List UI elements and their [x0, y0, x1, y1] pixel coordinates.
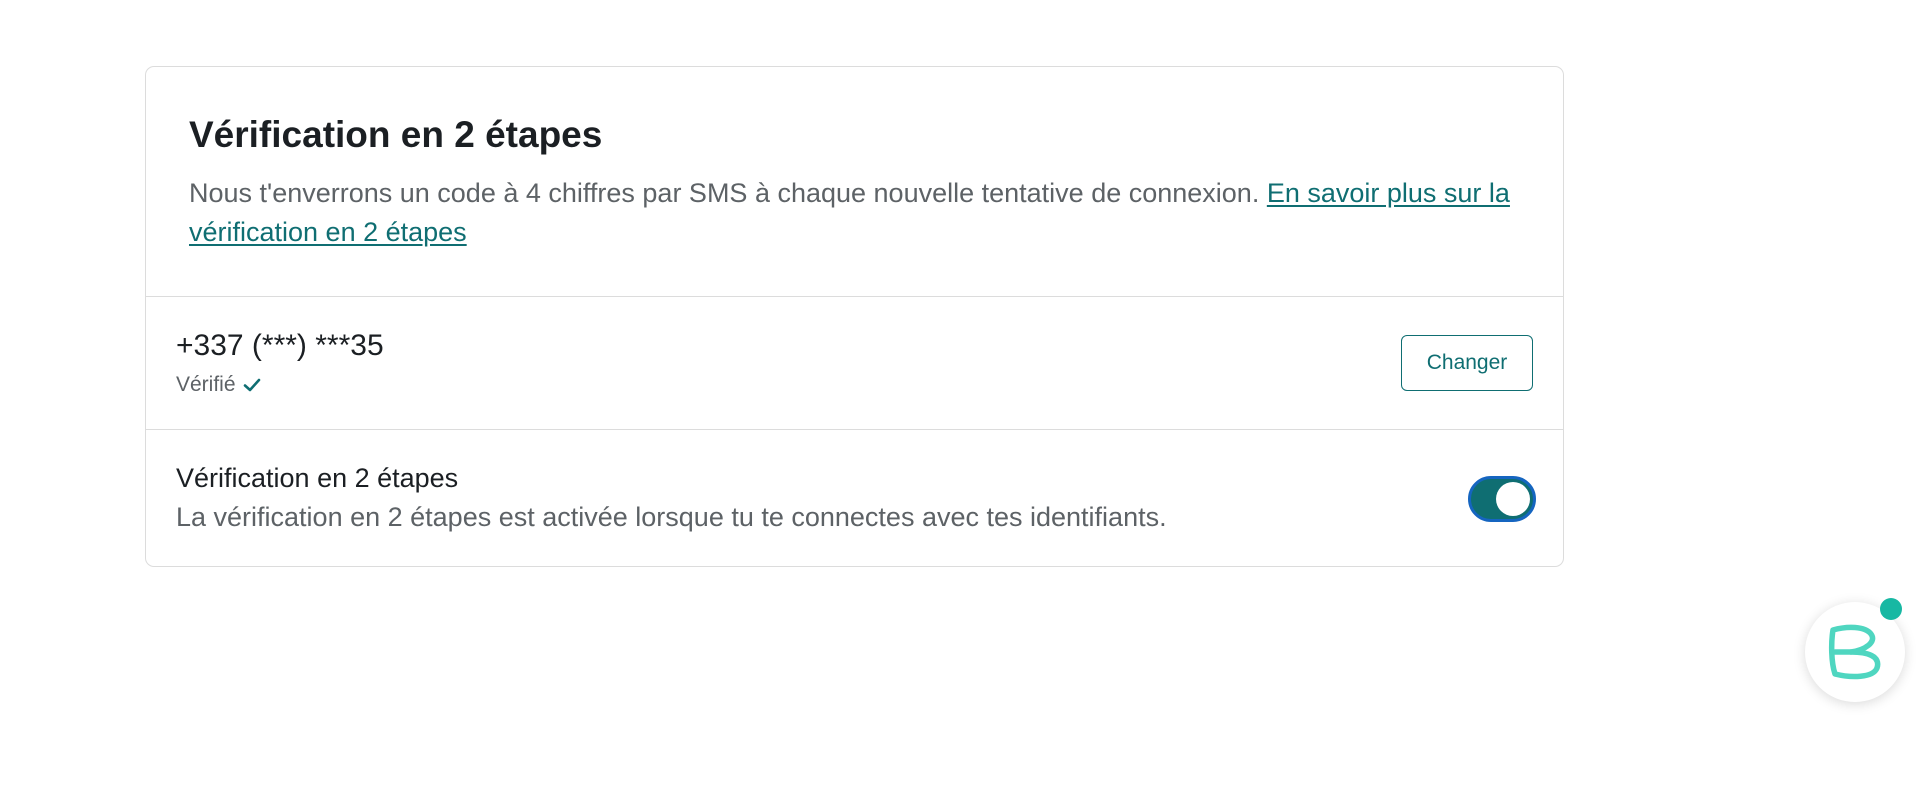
- card-description: Nous t'enverrons un code à 4 chiffres pa…: [189, 174, 1519, 252]
- divider: [146, 296, 1563, 297]
- phone-number: +337 (***) ***35: [176, 329, 384, 362]
- description-text: Nous t'enverrons un code à 4 chiffres pa…: [189, 178, 1267, 208]
- check-icon: [243, 378, 260, 392]
- verified-status: Vérifié: [176, 370, 262, 400]
- two-step-toggle[interactable]: [1468, 476, 1536, 522]
- divider: [146, 429, 1563, 430]
- card-header: Vérification en 2 étapes Nous t'enverron…: [189, 67, 1520, 297]
- change-phone-button[interactable]: Changer: [1401, 335, 1533, 391]
- verified-label: Vérifié: [176, 373, 236, 396]
- two-step-toggle-title: Vérification en 2 étapes: [176, 463, 459, 493]
- page-title: Vérification en 2 étapes: [189, 114, 603, 155]
- toggle-knob: [1496, 482, 1530, 516]
- two-step-toggle-description: La vérification en 2 étapes est activée …: [176, 502, 1167, 532]
- notification-dot: [1880, 598, 1902, 620]
- chat-logo-icon: [1828, 624, 1881, 680]
- two-step-verification-card: Vérification en 2 étapes Nous t'enverron…: [145, 66, 1564, 567]
- chat-widget-button[interactable]: [1805, 598, 1905, 702]
